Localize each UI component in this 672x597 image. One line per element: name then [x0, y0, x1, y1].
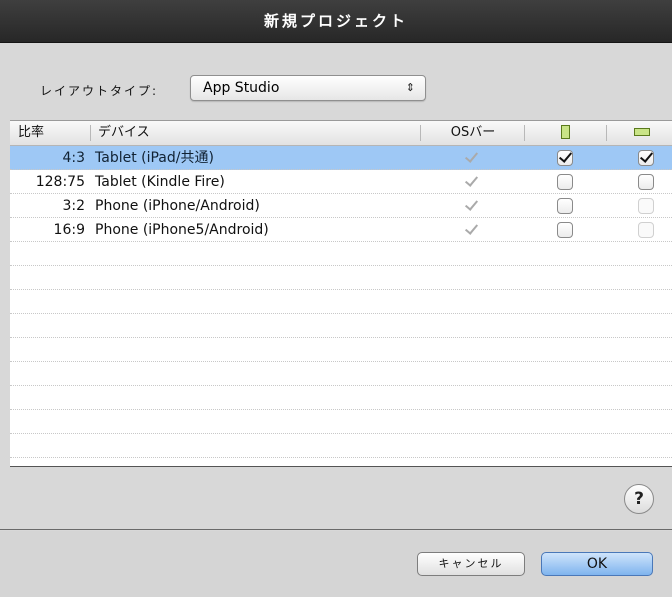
- layout-type-label: レイアウトタイプ:: [40, 84, 159, 98]
- empty-row: [10, 290, 672, 314]
- layout-type-row: レイアウトタイプ: App Studio ⇕: [0, 75, 672, 105]
- empty-row: [10, 338, 672, 362]
- column-divider: [420, 125, 421, 141]
- table-row[interactable]: 3:2 Phone (iPhone/Android): [10, 194, 672, 218]
- updown-arrow-icon: ⇕: [405, 81, 415, 94]
- cell-device: Tablet (Kindle Fire): [95, 174, 225, 190]
- help-area: ?: [0, 468, 672, 530]
- portrait-icon: [560, 124, 570, 139]
- device-table: 比率 デバイス OSバー 4:3 Tablet (iPad/共通) 128:75 Ta…: [10, 120, 672, 467]
- os-bar-checkbox: [463, 198, 479, 214]
- landscape-icon: [634, 127, 650, 136]
- empty-row: [10, 266, 672, 290]
- table-row[interactable]: 4:3 Tablet (iPad/共通): [10, 146, 672, 170]
- portrait-checkbox[interactable]: [557, 198, 573, 214]
- empty-row: [10, 410, 672, 434]
- cell-device: Phone (iPhone/Android): [95, 198, 260, 214]
- landscape-checkbox: [638, 198, 654, 214]
- landscape-checkbox[interactable]: [638, 174, 654, 190]
- dialog-footer: キャンセル OK: [0, 531, 672, 597]
- column-divider: [606, 125, 607, 141]
- layout-type-select[interactable]: App Studio ⇕: [190, 75, 426, 101]
- empty-row: [10, 362, 672, 386]
- column-header-ratio[interactable]: 比率: [18, 121, 44, 145]
- landscape-checkbox: [638, 222, 654, 238]
- cell-device: Tablet (iPad/共通): [95, 150, 214, 166]
- cell-ratio: 3:2: [62, 198, 85, 214]
- landscape-checkbox[interactable]: [638, 150, 654, 166]
- cell-ratio: 128:75: [35, 174, 85, 190]
- cell-device: Phone (iPhone5/Android): [95, 222, 269, 238]
- cell-ratio: 16:9: [53, 222, 85, 238]
- column-divider: [90, 125, 91, 141]
- portrait-checkbox[interactable]: [557, 174, 573, 190]
- column-header-portrait[interactable]: [530, 121, 600, 145]
- empty-row: [10, 386, 672, 410]
- column-header-os-bar[interactable]: OSバー: [430, 121, 516, 145]
- ok-button[interactable]: OK: [541, 552, 653, 576]
- table-header: 比率 デバイス OSバー: [10, 121, 672, 146]
- table-row[interactable]: 16:9 Phone (iPhone5/Android): [10, 218, 672, 242]
- portrait-checkbox[interactable]: [557, 222, 573, 238]
- empty-row: [10, 434, 672, 458]
- help-button[interactable]: ?: [624, 484, 654, 514]
- os-bar-checkbox: [463, 150, 479, 166]
- cancel-button[interactable]: キャンセル: [417, 552, 525, 576]
- empty-row: [10, 242, 672, 266]
- portrait-checkbox[interactable]: [557, 150, 573, 166]
- empty-row: [10, 314, 672, 338]
- column-header-landscape[interactable]: [612, 121, 672, 145]
- cell-ratio: 4:3: [62, 150, 85, 166]
- os-bar-checkbox: [463, 174, 479, 190]
- layout-type-value: App Studio: [203, 80, 280, 96]
- os-bar-checkbox: [463, 222, 479, 238]
- table-row[interactable]: 128:75 Tablet (Kindle Fire): [10, 170, 672, 194]
- column-divider: [524, 125, 525, 141]
- column-header-device[interactable]: デバイス: [98, 121, 150, 145]
- window-title: 新規プロジェクト: [0, 0, 672, 43]
- table-body: 4:3 Tablet (iPad/共通) 128:75 Tablet (Kindle …: [10, 146, 672, 458]
